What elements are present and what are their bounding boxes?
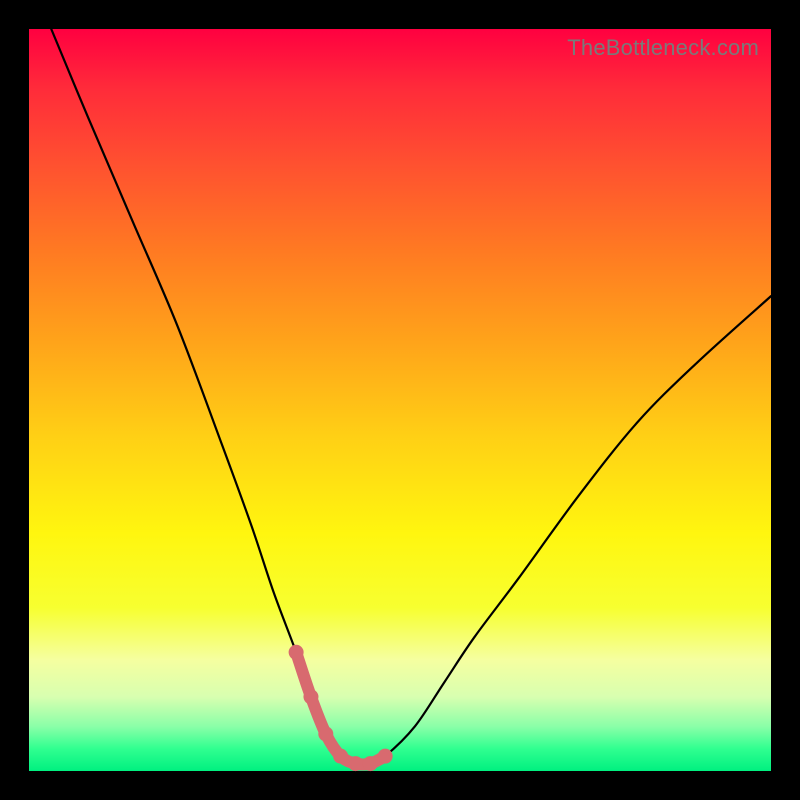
optimal-range-dot <box>289 645 304 660</box>
optimal-range-dot <box>378 749 393 764</box>
optimal-range-dot <box>333 749 348 764</box>
optimal-range-dot <box>318 726 333 741</box>
chart-svg <box>29 29 771 771</box>
optimal-range-highlight <box>296 652 385 764</box>
bottleneck-curve <box>51 29 771 765</box>
optimal-range-dot <box>348 756 363 771</box>
chart-frame: TheBottleneck.com <box>29 29 771 771</box>
optimal-range-dot <box>363 756 378 771</box>
optimal-range-dot <box>303 689 318 704</box>
